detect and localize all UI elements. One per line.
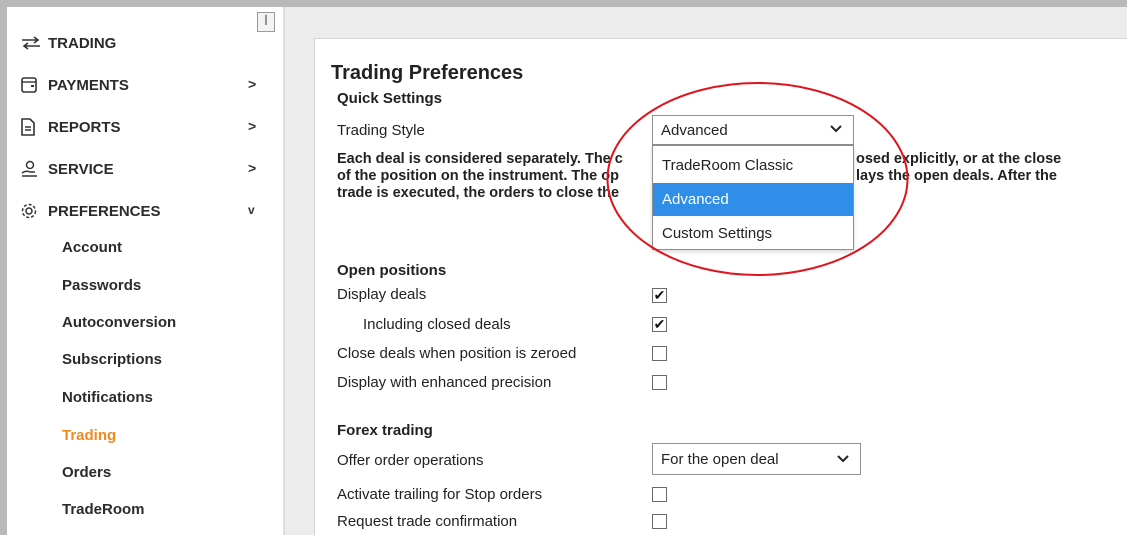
sidebar-subitem-account[interactable]: Account <box>62 239 122 256</box>
sidebar-subitem-trading[interactable]: Trading <box>62 427 116 444</box>
trading-style-select[interactable]: Advanced <box>652 115 854 145</box>
chevron-right-icon: > <box>248 160 257 176</box>
option-traderoom-classic[interactable]: TradeRoom Classic <box>653 149 853 182</box>
display-deals-label: Display deals <box>337 286 427 303</box>
transfer-arrows-icon <box>20 36 48 50</box>
trade-confirmation-checkbox[interactable] <box>652 514 667 529</box>
option-advanced[interactable]: Advanced <box>653 183 853 216</box>
chevron-down-icon: v <box>248 203 255 217</box>
sidebar-item-label: PAYMENTS <box>48 76 129 94</box>
section-heading-forex-trading: Forex trading <box>337 422 433 439</box>
window-frame-top <box>0 0 1127 7</box>
sidebar-item-service[interactable]: SERVICE > <box>20 154 270 184</box>
desc-line3a: trade is executed, the orders to close t… <box>337 185 620 201</box>
sidebar-subitem-passwords[interactable]: Passwords <box>62 277 141 294</box>
sidebar-item-trading[interactable]: TRADING <box>20 28 270 58</box>
sidebar-item-payments[interactable]: PAYMENTS > <box>20 70 270 100</box>
desc-line2b: lays the open deals. After the <box>856 168 1057 184</box>
including-closed-deals-label: Including closed deals <box>363 316 511 333</box>
sidebar-subitem-subscriptions[interactable]: Subscriptions <box>62 351 162 368</box>
offer-order-operations-select[interactable]: For the open deal <box>652 443 861 475</box>
wallet-icon <box>20 76 48 94</box>
trailing-stop-checkbox[interactable] <box>652 487 667 502</box>
sidebar-item-label: TRADING <box>48 34 117 52</box>
sidebar-item-preferences[interactable]: PREFERENCES v <box>20 196 270 226</box>
sidebar-subitem-notifications[interactable]: Notifications <box>62 389 153 406</box>
display-deals-checkbox[interactable]: ✔ <box>652 288 667 303</box>
chevron-right-icon: > <box>248 76 257 92</box>
sidebar-subitem-traderoom[interactable]: TradeRoom <box>62 501 145 518</box>
chevron-down-icon <box>836 452 850 470</box>
chevron-down-icon <box>829 122 843 140</box>
enhanced-precision-label: Display with enhanced precision <box>337 374 552 391</box>
document-icon <box>20 118 48 136</box>
section-heading-quick-settings: Quick Settings <box>337 90 443 107</box>
trading-style-dropdown: TradeRoom Classic Advanced Custom Settin… <box>652 145 854 250</box>
trailing-stop-label: Activate trailing for Stop orders <box>337 486 543 503</box>
hand-service-icon <box>20 160 48 178</box>
trading-style-value: Advanced <box>661 121 728 139</box>
desc-line2a: of the position on the instrument. The o… <box>337 168 619 184</box>
chevron-right-icon: > <box>248 118 257 134</box>
section-heading-open-positions: Open positions <box>337 262 447 279</box>
sidebar-subitem-orders[interactable]: Orders <box>62 464 111 481</box>
sidebar-item-reports[interactable]: REPORTS > <box>20 112 270 142</box>
close-deals-zeroed-checkbox[interactable] <box>652 346 667 361</box>
offer-order-operations-value: For the open deal <box>661 450 779 468</box>
gear-icon <box>20 202 48 220</box>
close-deals-zeroed-label: Close deals when position is zeroed <box>337 345 577 362</box>
trading-style-label: Trading Style <box>337 122 425 139</box>
including-closed-deals-checkbox[interactable]: ✔ <box>652 317 667 332</box>
option-custom-settings[interactable]: Custom Settings <box>653 217 853 250</box>
offer-order-operations-label: Offer order operations <box>337 452 484 469</box>
sidebar-item-label: SERVICE <box>48 160 114 178</box>
sidebar-item-label: PREFERENCES <box>48 202 161 220</box>
sidebar-item-label: REPORTS <box>48 118 121 136</box>
window-frame-left <box>0 0 7 535</box>
desc-line1a: Each deal is considered separately. The … <box>337 151 623 167</box>
page-title: Trading Preferences <box>331 62 524 84</box>
sidebar-subitem-autoconversion[interactable]: Autoconversion <box>62 314 176 331</box>
desc-line1b: osed explicitly, or at the close <box>856 151 1062 167</box>
enhanced-precision-checkbox[interactable] <box>652 375 667 390</box>
trade-confirmation-label: Request trade confirmation <box>337 513 518 530</box>
